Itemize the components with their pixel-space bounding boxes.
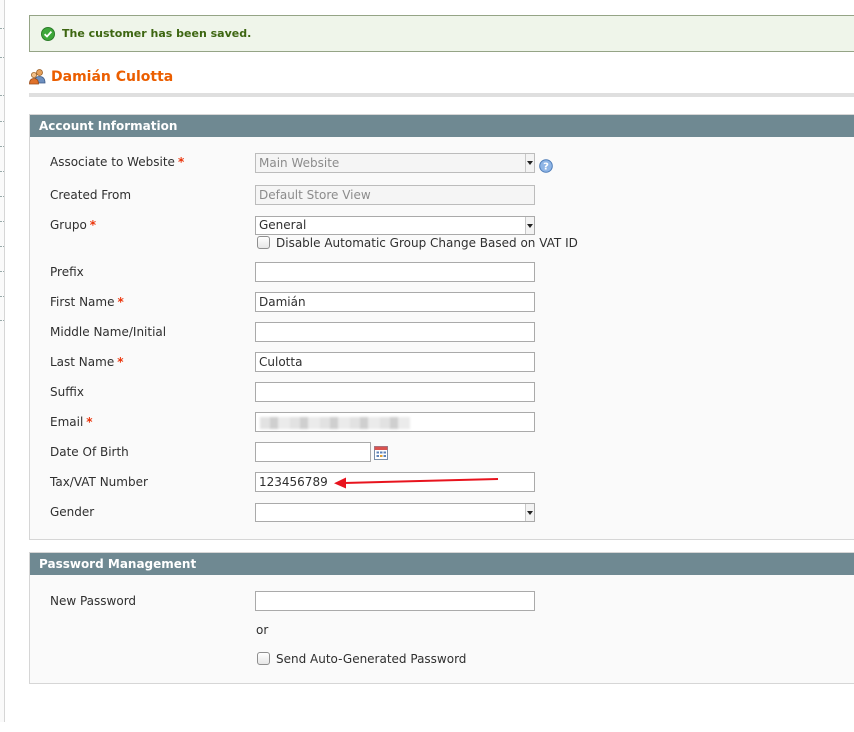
suffix-input[interactable] [255,382,535,402]
middle-name-label: Middle Name/Initial [50,325,167,339]
suffix-label: Suffix [50,385,84,399]
chevron-down-icon [525,504,534,521]
email-label: Email * [50,415,93,429]
first-name-label: First Name * [50,295,124,309]
chevron-down-icon [525,217,534,234]
password-management-section: Password Management New Password or Send… [29,552,854,684]
page-title: Damián Culotta [51,69,174,85]
last-name-label: Last Name * [50,355,124,369]
send-auto-password-label: Send Auto-Generated Password [276,652,467,666]
first-name-input[interactable]: Damián [255,292,535,312]
prefix-label: Prefix [50,265,84,279]
svg-text:?: ? [543,162,549,173]
date-of-birth-label: Date Of Birth [50,445,129,459]
middle-name-input[interactable] [255,322,535,342]
left-sidebar-edge [0,0,5,722]
calendar-icon[interactable] [374,446,388,460]
disable-auto-group-checkbox[interactable] [257,236,270,249]
created-from-label: Created From [50,188,132,202]
help-icon[interactable]: ? [539,159,553,173]
email-input[interactable] [255,412,535,432]
taxvat-label: Tax/VAT Number [50,475,148,489]
account-information-header: Account Information [30,115,854,137]
success-message-text: The customer has been saved. [62,27,252,40]
chevron-down-icon [525,154,534,172]
group-select[interactable]: General [255,216,535,235]
success-message: The customer has been saved. [29,15,854,52]
website-select[interactable]: Main Website [255,153,535,173]
website-label: Associate to Website * [50,155,185,169]
created-from-field: Default Store View [255,185,535,205]
check-circle-icon [41,27,55,41]
or-separator: or [256,623,269,637]
prefix-input[interactable] [255,262,535,282]
customer-icon [29,69,46,85]
gender-select[interactable] [255,503,535,522]
redacted-email [260,417,410,429]
date-of-birth-input[interactable] [255,442,371,462]
new-password-input[interactable] [255,591,535,611]
password-management-header: Password Management [30,553,854,575]
gender-label: Gender [50,505,95,519]
page-header: Damián Culotta [29,66,854,97]
group-label: Grupo * [50,218,97,232]
send-auto-password-checkbox[interactable] [257,652,270,665]
new-password-label: New Password [50,594,137,608]
disable-auto-group-label: Disable Automatic Group Change Based on … [276,236,578,250]
last-name-input[interactable]: Culotta [255,352,535,372]
annotation-arrow [334,477,499,489]
